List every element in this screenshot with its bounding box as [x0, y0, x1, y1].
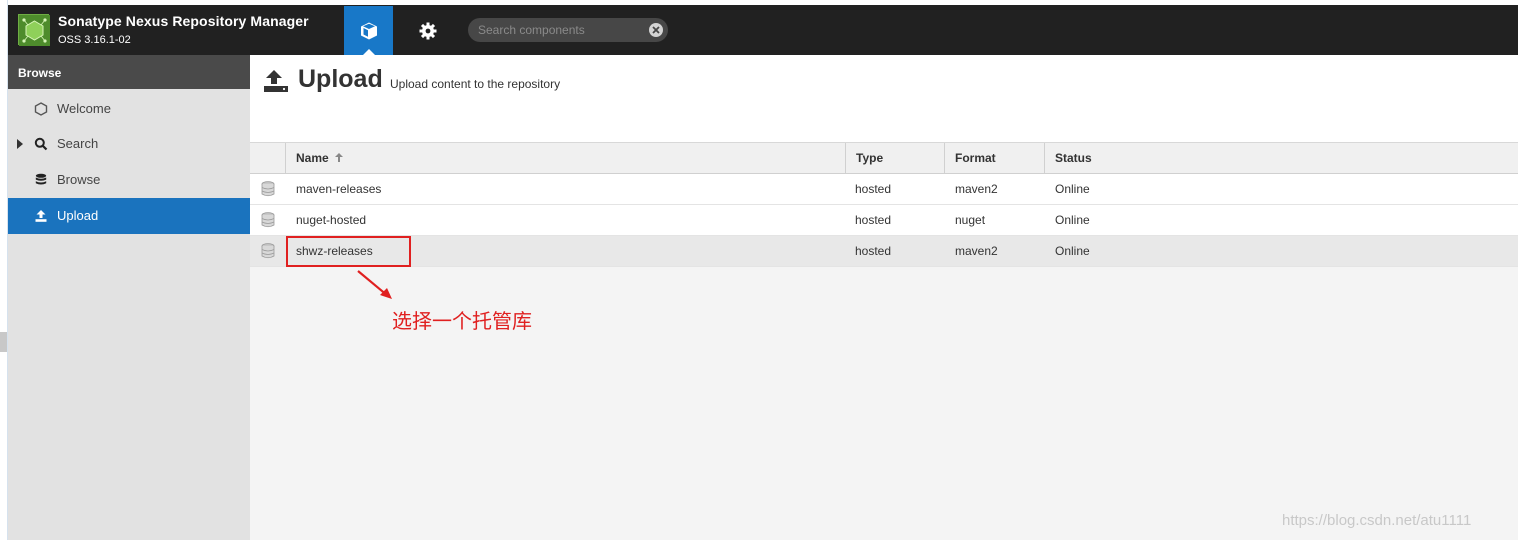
column-header-type[interactable]: Type [846, 143, 945, 174]
repo-type: hosted [855, 213, 892, 227]
sidebar-item-browse[interactable]: Browse [8, 162, 250, 198]
repo-format: nuget [955, 213, 986, 227]
repository-table: Name Type Format Status maven-releases h… [250, 143, 1518, 267]
window-edge [0, 0, 8, 540]
window-edge-mark [0, 332, 7, 352]
sidebar-item-label: Welcome [57, 101, 111, 116]
page-subtitle: Upload content to the repository [390, 77, 561, 91]
expand-arrow-icon[interactable] [17, 139, 23, 149]
close-icon [652, 26, 660, 34]
repo-status: Online [1055, 213, 1090, 227]
search-components-input[interactable] [478, 21, 638, 39]
watermark: https://blog.csdn.net/atu1111 [1282, 512, 1472, 529]
sidebar-item-upload[interactable]: Upload [8, 198, 250, 234]
sidebar-item-label: Upload [57, 208, 99, 223]
repo-type: hosted [855, 182, 892, 196]
page-header: Upload Upload content to the repository [250, 55, 1518, 143]
table-row[interactable]: nuget-hosted hosted nuget Online [250, 205, 1518, 236]
sidebar-item-label: Browse [57, 172, 101, 187]
sidebar-item-search[interactable]: Search [8, 126, 250, 162]
repo-status: Online [1055, 182, 1090, 196]
repo-name: maven-releases [296, 182, 382, 196]
column-header-format[interactable]: Format [945, 143, 1045, 174]
database-icon [261, 243, 275, 259]
annotation-highlight-box [286, 236, 411, 267]
page-title: Upload [298, 65, 383, 93]
app-title: Sonatype Nexus Repository Manager [58, 13, 309, 29]
database-icon [35, 173, 47, 185]
repo-name: nuget-hosted [296, 213, 367, 227]
sidebar-item-label: Search [57, 136, 99, 151]
main-content: Upload Upload content to the repository … [250, 55, 1518, 540]
upload-icon [35, 210, 47, 222]
gear-icon [419, 22, 436, 39]
sort-ascending-icon [335, 153, 344, 162]
cube-icon [360, 22, 377, 39]
sidebar-item-welcome[interactable]: Welcome [8, 91, 250, 127]
annotation-arrow-icon [357, 270, 392, 299]
repo-status: Online [1055, 244, 1090, 258]
top-header: Sonatype Nexus Repository Manager OSS 3.… [8, 5, 1518, 55]
database-icon [261, 181, 275, 197]
nav-admin-button[interactable] [403, 6, 452, 55]
annotation-text: 选择一个托管库 [392, 309, 532, 333]
table-header: Name Type Format Status [250, 143, 1518, 174]
column-header-icon [250, 143, 286, 174]
nexus-logo-icon [18, 14, 50, 46]
search-components-box [468, 18, 668, 42]
repo-format: maven2 [955, 244, 998, 258]
database-icon [261, 212, 275, 228]
nav-browse-button[interactable] [344, 6, 393, 55]
table-row[interactable]: shwz-releases hosted maven2 Online [250, 236, 1518, 267]
search-icon [34, 137, 48, 151]
repo-type: hosted [855, 244, 892, 258]
repo-format: maven2 [955, 182, 998, 196]
clear-search-button[interactable] [649, 23, 663, 37]
app-version: OSS 3.16.1-02 [58, 34, 131, 46]
column-header-name[interactable]: Name [286, 143, 846, 174]
sidebar-header: Browse [8, 55, 250, 89]
table-row[interactable]: maven-releases hosted maven2 Online [250, 174, 1518, 205]
sidebar: Browse Welcome Search Browse Upload [8, 55, 250, 540]
column-header-status[interactable]: Status [1045, 143, 1518, 174]
upload-icon [264, 70, 288, 92]
hexagon-icon [34, 102, 48, 116]
